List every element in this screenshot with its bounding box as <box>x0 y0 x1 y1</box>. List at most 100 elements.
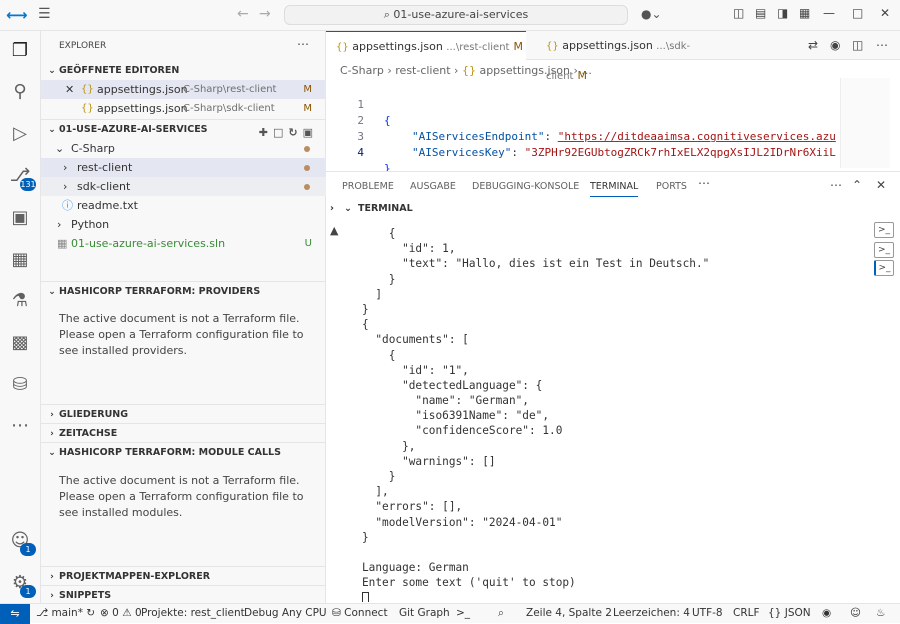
database-icon[interactable]: ⛁ <box>8 373 32 397</box>
workspace-header[interactable]: ⌄ 01-USE-AZURE-AI-SERVICES ✚□↻▣ <box>41 119 326 139</box>
braces-icon: {} <box>768 607 782 619</box>
split-editor-icon[interactable]: ◫ <box>852 38 863 52</box>
chevron-down-icon: ⌄ <box>55 142 65 155</box>
extensions-icon[interactable]: ▦ <box>8 248 32 272</box>
search-icon[interactable]: ⚲ <box>8 80 32 104</box>
modified-badge: M <box>303 84 312 95</box>
terminal-section-header[interactable]: › ⌄ TERMINAL <box>330 203 413 214</box>
maximize-icon[interactable]: □ <box>852 6 863 20</box>
chevron-right-icon: › <box>50 429 54 439</box>
tab-ports[interactable]: PORTS <box>656 181 687 192</box>
remote-icon[interactable]: ⇋ <box>0 604 30 624</box>
tab-rest-client[interactable]: {} appsettings.json ...\rest-client M <box>326 31 526 60</box>
editor-path: C-Sharp\rest-client <box>183 84 277 95</box>
outline-header[interactable]: › GLIEDERUNG <box>41 404 326 424</box>
chevron-right-icon: › <box>50 572 54 582</box>
toggle-secondary-sidebar-icon[interactable]: ◨ <box>777 6 788 20</box>
breadcrumb[interactable]: C-Sharp › rest-client › {} appsettings.j… <box>340 64 592 77</box>
tab-problems[interactable]: PROBLEME <box>342 181 394 192</box>
solution-explorer-header[interactable]: › PROJEKTMAPPEN-EXPLORER <box>41 566 326 586</box>
explorer-icon[interactable]: ❐ <box>8 39 32 63</box>
editor-name: appsettings.json <box>97 83 188 96</box>
search-text: 01-use-azure-ai-services <box>393 8 529 21</box>
remote-explorer-icon[interactable]: ▣ <box>8 206 32 230</box>
snippets-header[interactable]: › SNIPPETS <box>41 585 326 605</box>
json-file-icon: {} <box>461 64 476 77</box>
status-bar: ⇋ ⎇ main* ↻ ⊗ 0 ⚠ 0 Projekte: rest_clien… <box>0 603 900 624</box>
tab-terminal[interactable]: TERMINAL <box>590 181 639 197</box>
folder-rest-client[interactable]: › rest-client <box>41 158 326 177</box>
terminal-line: } <box>362 272 396 286</box>
indentation-status[interactable]: Leerzeichen: 4 <box>613 604 690 623</box>
terraform-providers-header[interactable]: ⌄ HASHICORP TERRAFORM: PROVIDERS <box>41 281 326 301</box>
terminal-output[interactable]: { "id": 1, "text": "Hallo, dies ist ein … <box>362 226 848 602</box>
layout-icon[interactable]: ▦ <box>799 6 810 20</box>
feedback-icon[interactable]: ☺ <box>850 604 861 623</box>
close-editor-icon[interactable]: ✕ <box>65 80 74 99</box>
eol-status[interactable]: CRLF <box>733 604 760 623</box>
language-status[interactable]: {} JSON <box>768 604 811 623</box>
connect-status[interactable]: ⛁ Connect <box>332 604 388 623</box>
compare-changes-icon[interactable]: ⇄ <box>808 38 818 52</box>
preview-icon[interactable]: ◉ <box>830 38 840 52</box>
maximize-panel-icon[interactable]: ⌃ <box>852 178 862 192</box>
terminal-line: } <box>362 470 396 483</box>
back-arrow-icon[interactable]: ← <box>237 6 249 22</box>
menu-icon[interactable]: ☰ <box>38 6 51 22</box>
problems-status[interactable]: ⊗ 0 ⚠ 0 <box>100 604 142 623</box>
terraform-icon[interactable]: ▩ <box>8 331 32 355</box>
run-debug-icon[interactable]: ▷ <box>8 122 32 146</box>
editor-more-icon[interactable]: ⋯ <box>876 38 888 52</box>
git-graph-status[interactable]: Git Graph <box>399 604 450 623</box>
timeline-header[interactable]: › ZEITACHSE <box>41 423 326 443</box>
open-editor-item[interactable]: {} appsettings.json C-Sharp\sdk-client M <box>41 99 326 118</box>
more-icon[interactable]: ⋯ <box>8 414 32 438</box>
panel-menu-icon[interactable]: ⋯ <box>830 178 842 192</box>
open-editors-header[interactable]: ⌄ GEÖFFNETE EDITOREN <box>41 61 326 81</box>
close-panel-icon[interactable]: ✕ <box>876 178 886 192</box>
toggle-sidebar-icon[interactable]: ◫ <box>733 6 744 20</box>
minimap[interactable] <box>840 78 890 168</box>
terminal-instance-icon[interactable]: >_ <box>874 242 894 258</box>
copilot-status-icon[interactable]: ◉ <box>822 604 831 623</box>
file-readme[interactable]: ⓘ readme.txt <box>41 196 326 215</box>
scm-badge: 131 <box>20 178 36 191</box>
terminal-instance-icon[interactable]: >_ <box>874 222 894 238</box>
terminal-line: ], <box>362 485 389 499</box>
title-bar: ⟷ ☰ ← → ⌕ 01-use-azure-ai-services ●⌄ ◫ … <box>0 0 900 31</box>
folder-sdk-client[interactable]: › sdk-client <box>41 177 326 196</box>
terminal-instance-icon[interactable]: >_ <box>874 260 894 276</box>
testing-icon[interactable]: ⚗ <box>8 289 32 313</box>
terminal-status-icon[interactable]: >_ <box>456 604 470 623</box>
explorer-more-icon[interactable]: ⋯ <box>297 37 309 51</box>
cursor-position[interactable]: Zeile 4, Spalte 2 <box>526 604 612 623</box>
copilot-icon[interactable]: ●⌄ <box>641 7 662 21</box>
terminal-line: "name": "German", <box>362 394 529 408</box>
azure-icon: ▲ <box>330 224 339 237</box>
tab-output[interactable]: AUSGABE <box>410 181 456 192</box>
terraform-modules-header[interactable]: ⌄ HASHICORP TERRAFORM: MODULE CALLS <box>41 442 326 462</box>
command-center-search[interactable]: ⌕ 01-use-azure-ai-services <box>284 5 628 25</box>
tab-sdk-client[interactable]: {} appsettings.json ...\sdk-client M <box>536 31 726 82</box>
folder-c-sharp[interactable]: ⌄ C-Sharp <box>41 139 326 158</box>
forward-arrow-icon[interactable]: → <box>259 6 271 22</box>
project-status[interactable]: Projekte: rest_client <box>141 604 245 623</box>
panel-more-icon[interactable]: ⋯ <box>698 176 710 190</box>
terminal-line: }, <box>362 439 416 453</box>
zoom-icon[interactable]: ⌕ <box>498 604 504 623</box>
open-editor-item[interactable]: ✕ {} appsettings.json C-Sharp\rest-clien… <box>41 80 326 99</box>
vscode-logo-icon: ⟷ <box>6 6 28 24</box>
file-sln[interactable]: ▦ 01-use-azure-ai-services.sln U <box>41 234 326 253</box>
terminal-line: "warnings": [] <box>362 454 496 468</box>
minimize-icon[interactable]: — <box>823 6 835 20</box>
debug-config-status[interactable]: Debug Any CPU <box>244 604 327 623</box>
notifications-bell-icon[interactable]: ♨ <box>876 604 885 623</box>
toggle-panel-icon[interactable]: ▤ <box>755 6 766 20</box>
encoding-status[interactable]: UTF-8 <box>692 604 723 623</box>
terminal-cursor-line <box>362 591 848 602</box>
folder-python[interactable]: › Python <box>41 215 326 234</box>
tab-debug-console[interactable]: DEBUGGING-KONSOLE <box>472 181 579 192</box>
close-icon[interactable]: ✕ <box>880 6 890 20</box>
database-icon: ⛁ <box>332 607 341 619</box>
branch-status[interactable]: ⎇ main* ↻ <box>36 604 95 623</box>
